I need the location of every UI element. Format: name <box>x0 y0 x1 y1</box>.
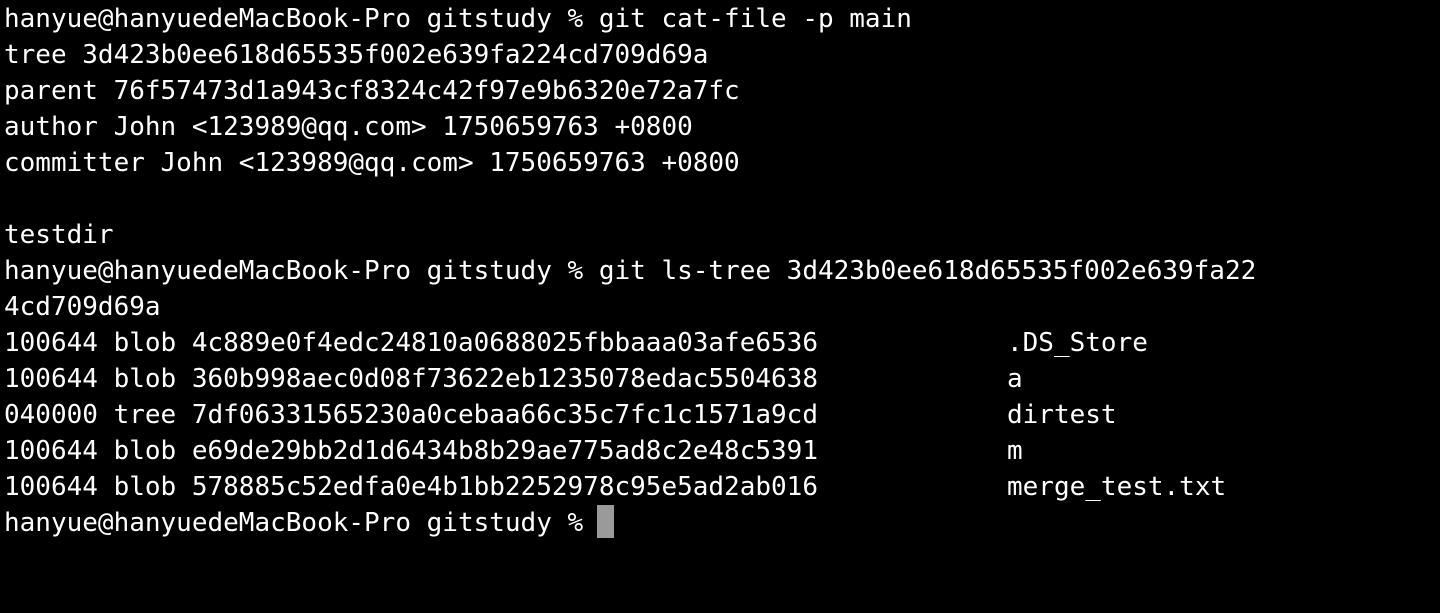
tree-entry-name: a <box>1007 364 1023 394</box>
tree-entry-meta: 100644 blob 4c889e0f4edc24810a0688025fbb… <box>4 328 818 358</box>
tree-entry-row: 100644 blob 4c889e0f4edc24810a0688025fbb… <box>4 325 1440 361</box>
output-tree-line: tree 3d423b0ee618d65535f002e639fa224cd70… <box>4 40 709 70</box>
command-line-ls-tree-wrap: 4cd709d69a <box>4 292 161 322</box>
command-line-cat-file: hanyue@hanyuedeMacBook-Pro gitstudy % gi… <box>4 4 912 34</box>
tree-entry-row: 100644 blob e69de29bb2d1d6434b8b29ae775a… <box>4 433 1440 469</box>
tree-entry-name: .DS_Store <box>1007 328 1148 358</box>
tree-entry-name: dirtest <box>1007 400 1117 430</box>
terminal-window[interactable]: hanyue@hanyuedeMacBook-Pro gitstudy % gi… <box>0 0 1440 544</box>
text-cursor <box>597 505 615 538</box>
tree-entry-name: m <box>1007 436 1023 466</box>
prompt-line[interactable]: hanyue@hanyuedeMacBook-Pro gitstudy % <box>4 505 1440 541</box>
tree-entry-name: merge_test.txt <box>1007 472 1227 502</box>
tree-entry-row: 100644 blob 360b998aec0d08f73622eb123507… <box>4 361 1440 397</box>
shell-prompt: hanyue@hanyuedeMacBook-Pro gitstudy % <box>4 508 584 538</box>
tree-entry-meta: 100644 blob e69de29bb2d1d6434b8b29ae775a… <box>4 436 818 466</box>
tree-entry-meta: 100644 blob 578885c52edfa0e4b1bb2252978c… <box>4 472 818 502</box>
tree-entry-row: 040000 tree 7df06331565230a0cebaa66c35c7… <box>4 397 1440 433</box>
tree-entry-meta: 100644 blob 360b998aec0d08f73622eb123507… <box>4 364 818 394</box>
output-commit-message: testdir <box>4 220 114 250</box>
tree-entry-meta: 040000 tree 7df06331565230a0cebaa66c35c7… <box>4 400 818 430</box>
tree-entry-row: 100644 blob 578885c52edfa0e4b1bb2252978c… <box>4 469 1440 505</box>
output-parent-line: parent 76f57473d1a943cf8324c42f97e9b6320… <box>4 76 740 106</box>
output-committer-line: committer John <123989@qq.com> 175065976… <box>4 148 740 178</box>
command-line-ls-tree: hanyue@hanyuedeMacBook-Pro gitstudy % gi… <box>4 256 1257 286</box>
output-author-line: author John <123989@qq.com> 1750659763 +… <box>4 112 693 142</box>
